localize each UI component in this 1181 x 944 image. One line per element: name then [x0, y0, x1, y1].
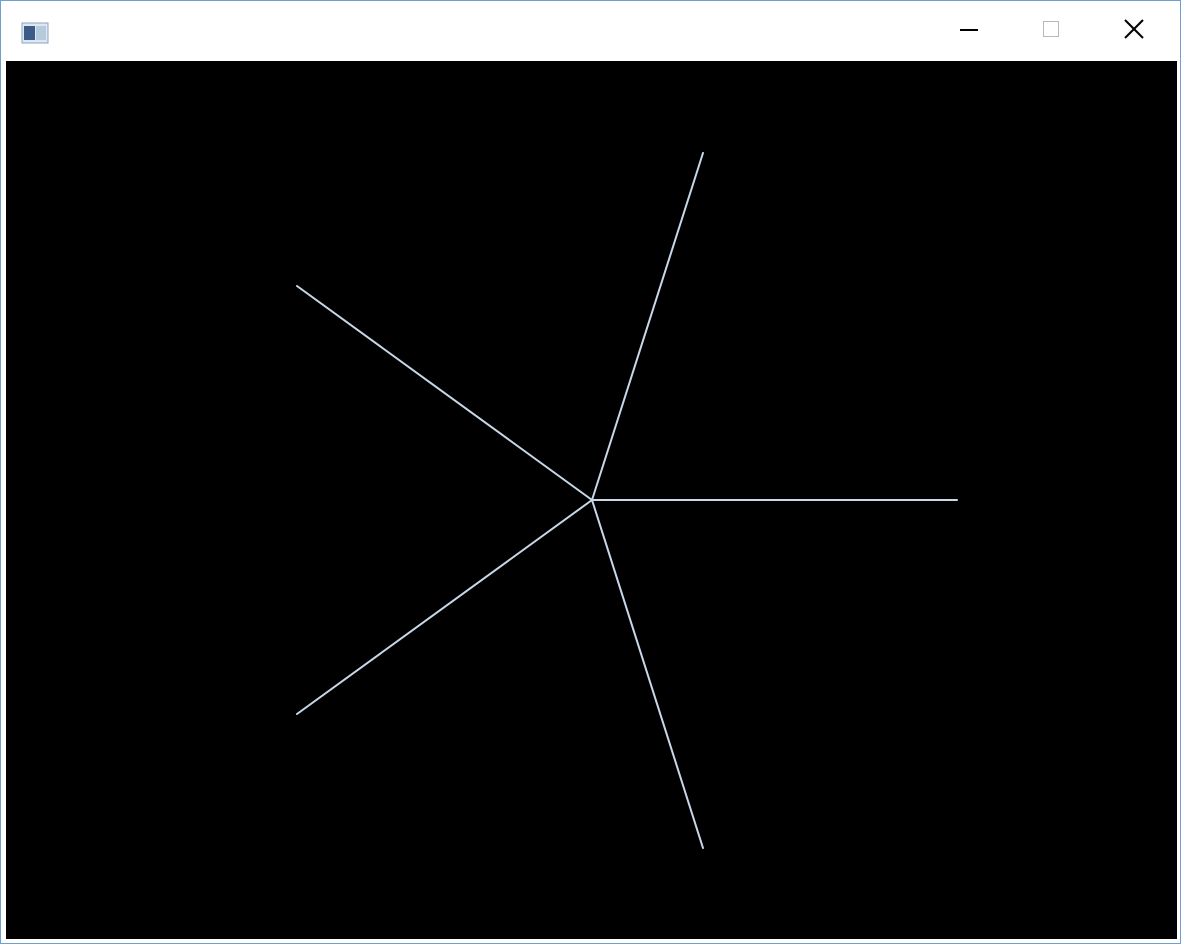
drawing-canvas[interactable] — [6, 61, 1177, 939]
star-drawing — [296, 152, 958, 849]
minimize-icon — [959, 19, 979, 44]
close-button[interactable] — [1092, 1, 1175, 61]
star-spoke — [591, 152, 704, 501]
minimize-button[interactable] — [927, 1, 1010, 61]
star-spoke — [591, 499, 704, 849]
star-spoke — [296, 499, 593, 715]
app-window-icon[interactable] — [21, 22, 49, 44]
maximize-icon — [1041, 19, 1061, 44]
maximize-button[interactable] — [1009, 1, 1092, 61]
close-icon — [1123, 18, 1145, 45]
title-bar[interactable] — [1, 1, 1180, 61]
star-spoke — [296, 285, 593, 501]
app-window — [0, 0, 1181, 944]
